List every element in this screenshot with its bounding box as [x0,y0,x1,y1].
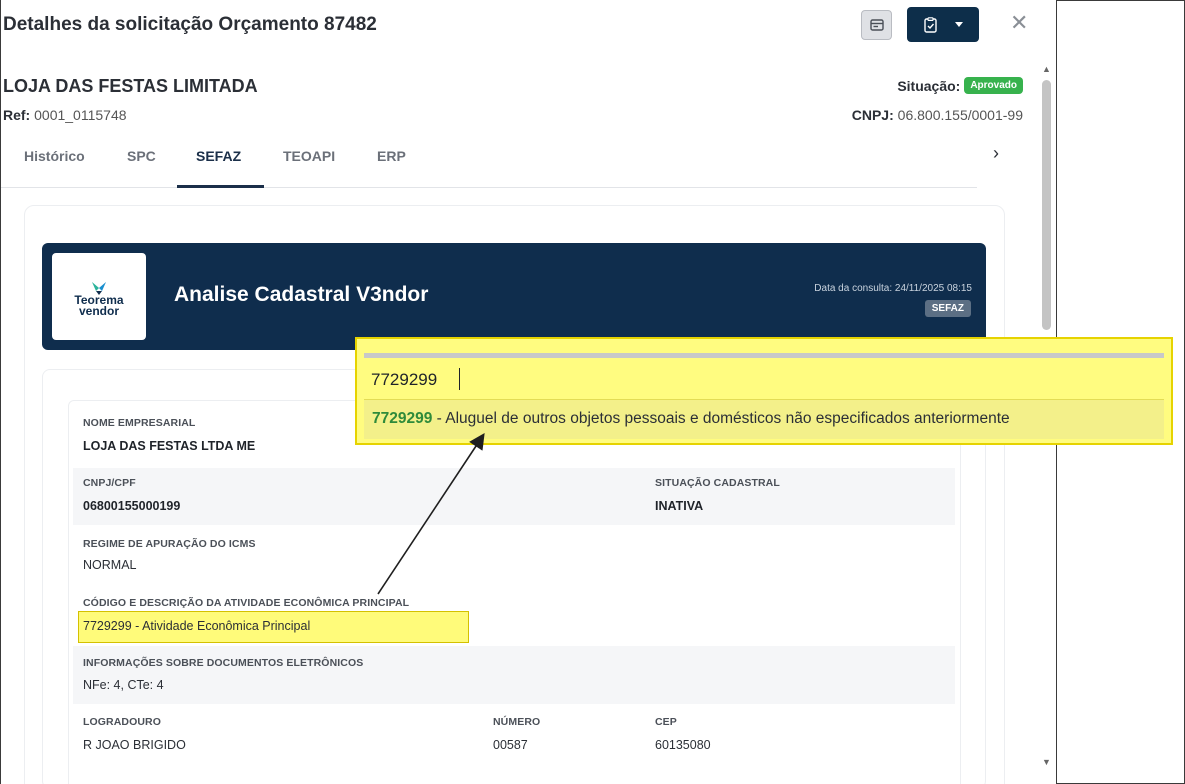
field-label: LOGRADOURO [83,716,161,728]
cnpj-label: CNPJ: [851,107,894,123]
field-label: CNPJ/CPF [83,477,136,489]
ref-label: Ref: [3,107,31,123]
tab-sefaz[interactable]: SEFAZ [196,148,241,164]
analysis-banner: Teorema vendor Analise Cadastral V3ndor … [42,243,986,350]
cnpj-value: 06.800.155/0001-99 [897,107,1023,123]
caret-down-icon [954,22,963,27]
field-value: 60135080 [655,738,711,752]
field-label: CEP [655,716,677,728]
field-value: NFe: 4, CTe: 4 [83,678,164,692]
field-value: R JOAO BRIGIDO [83,738,186,752]
source-badge: SEFAZ [924,300,971,317]
tab-bar: Histórico SPC SEFAZ TEOAPI ERP [1,130,977,188]
row-background [73,646,955,704]
scroll-up-icon[interactable]: ▲ [1042,64,1051,74]
tab-spc[interactable]: SPC [127,148,156,164]
field-value: INATIVA [655,499,704,513]
status-label: Situação: [897,77,961,94]
field-label: REGIME DE APURAÇÃO DO ICMS [83,538,256,550]
field-value: NORMAL [83,558,137,572]
field-label: SITUAÇÃO CADASTRAL [655,477,780,489]
company-name: LOJA DAS FESTAS LIMITADA [3,76,258,96]
field-label: NOME EMPRESARIAL [83,417,196,429]
active-tab-indicator [177,185,264,188]
field-label: CÓDIGO E DESCRIÇÃO DA ATIVIDADE ECONÔMIC… [83,597,410,609]
field-value: 06800155000199 [83,499,181,513]
status-badge: Aprovado [964,77,1023,94]
result-code: 7729299 [372,410,433,427]
result-description: - Aluguel de outros objetos pessoais e d… [432,410,1010,427]
field-value: 7729299 - Atividade Econômica Principal [83,619,311,633]
card-view-button[interactable] [861,10,892,40]
tab-teoapi[interactable]: TEOAPI [283,148,335,164]
row-background [73,468,955,525]
cnae-search-popup: 7729299 7729299 - Aluguel de outros obje… [355,337,1173,445]
chevron-right-icon[interactable]: › [993,143,999,164]
field-value: 00587 [493,738,528,752]
svg-text:vendor: vendor [79,304,119,318]
ref-value: 0001_0115748 [34,107,127,123]
clipboard-check-icon [923,16,937,33]
field-label: INFORMAÇÕES SOBRE DOCUMENTOS ELETRÔNICOS [83,657,364,669]
teorema-vendor-logo: Teorema vendor [52,253,146,340]
popup-top-bar [364,353,1164,358]
field-label: NÚMERO [493,716,541,728]
scrollbar-thumb[interactable] [1042,80,1051,330]
card-icon [869,19,884,31]
cnae-search-value: 7729299 [371,370,438,389]
scroll-down-icon[interactable]: ▼ [1042,757,1051,767]
cnae-search-input[interactable] [364,359,1164,397]
header-cnpj: CNPJ: 06.800.155/0001-99 [852,107,1023,123]
status: Situação: Aprovado [897,77,1023,94]
text-caret [459,368,460,390]
close-icon[interactable]: ✕ [1010,12,1028,34]
tab-erp[interactable]: ERP [377,148,406,164]
field-value: LOJA DAS FESTAS LTDA ME [83,439,256,453]
approve-actions-button[interactable] [907,7,979,42]
tab-historico[interactable]: Histórico [24,148,85,164]
modal-title: Detalhes da solicitação Orçamento 87482 [3,14,377,35]
banner-title: Analise Cadastral V3ndor [174,283,429,306]
result-text: 7729299 - Aluguel de outros objetos pess… [372,410,1010,428]
consult-date: Data da consulta: 24/11/2025 08:15 [814,283,972,294]
reference: Ref: 0001_0115748 [3,107,127,123]
